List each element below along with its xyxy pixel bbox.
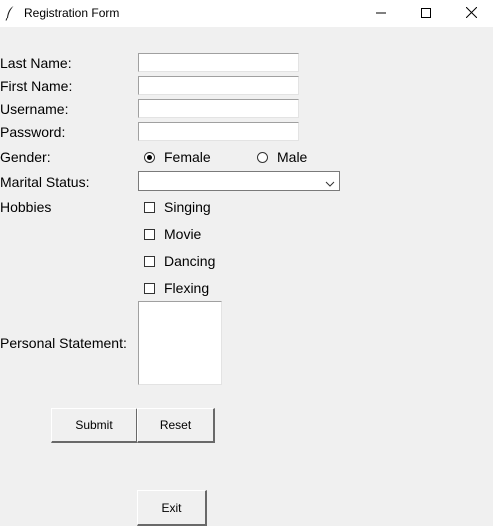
- hobby-checkbox-dancing[interactable]: Dancing: [144, 252, 215, 270]
- checkbox-icon: [144, 228, 155, 240]
- close-button[interactable]: [448, 0, 493, 27]
- password-label: Password:: [0, 124, 66, 140]
- radio-selected-icon: [144, 151, 155, 163]
- title-bar: Registration Form: [0, 0, 493, 27]
- minimize-icon: [376, 5, 386, 23]
- hobby-checkbox-singing[interactable]: Singing: [144, 198, 211, 216]
- personal-statement-textarea[interactable]: [138, 301, 222, 385]
- close-icon: [465, 5, 477, 23]
- first-name-label: First Name:: [0, 78, 73, 94]
- submit-button[interactable]: Submit: [51, 408, 138, 443]
- username-field[interactable]: [138, 99, 299, 118]
- hobby-option-label: Flexing: [164, 280, 210, 296]
- maximize-button[interactable]: [403, 0, 449, 27]
- last-name-field[interactable]: [138, 53, 299, 72]
- hobby-checkbox-movie[interactable]: Movie: [144, 225, 201, 243]
- checkbox-icon: [144, 282, 155, 294]
- last-name-label: Last Name:: [0, 55, 72, 71]
- hobbies-label: Hobbies: [0, 199, 52, 215]
- gender-option-label: Female: [164, 149, 211, 165]
- first-name-field[interactable]: [138, 76, 299, 95]
- hobby-option-label: Dancing: [164, 253, 216, 269]
- personal-statement-label: Personal Statement:: [0, 335, 127, 351]
- reset-button[interactable]: Reset: [137, 408, 215, 443]
- marital-status-label: Marital Status:: [0, 174, 90, 190]
- hobby-option-label: Movie: [164, 226, 202, 242]
- checkbox-icon: [144, 201, 155, 213]
- gender-option-label: Male: [277, 149, 308, 165]
- hobby-option-label: Singing: [164, 199, 211, 215]
- gender-radio-male[interactable]: Male: [257, 148, 307, 166]
- hobby-checkbox-flexing[interactable]: Flexing: [144, 279, 209, 297]
- minimize-button[interactable]: [358, 0, 404, 27]
- maximize-icon: [421, 5, 431, 23]
- marital-status-select[interactable]: [138, 171, 340, 191]
- checkbox-icon: [144, 255, 155, 267]
- exit-button[interactable]: Exit: [137, 490, 207, 526]
- radio-unselected-icon: [257, 151, 268, 163]
- gender-radio-female[interactable]: Female: [144, 148, 211, 166]
- feather-icon: [5, 5, 15, 21]
- window-title: Registration Form: [24, 6, 120, 20]
- password-field[interactable]: [138, 122, 299, 141]
- chevron-down-icon[interactable]: [325, 176, 335, 187]
- gender-label: Gender:: [0, 149, 51, 165]
- username-label: Username:: [0, 101, 69, 117]
